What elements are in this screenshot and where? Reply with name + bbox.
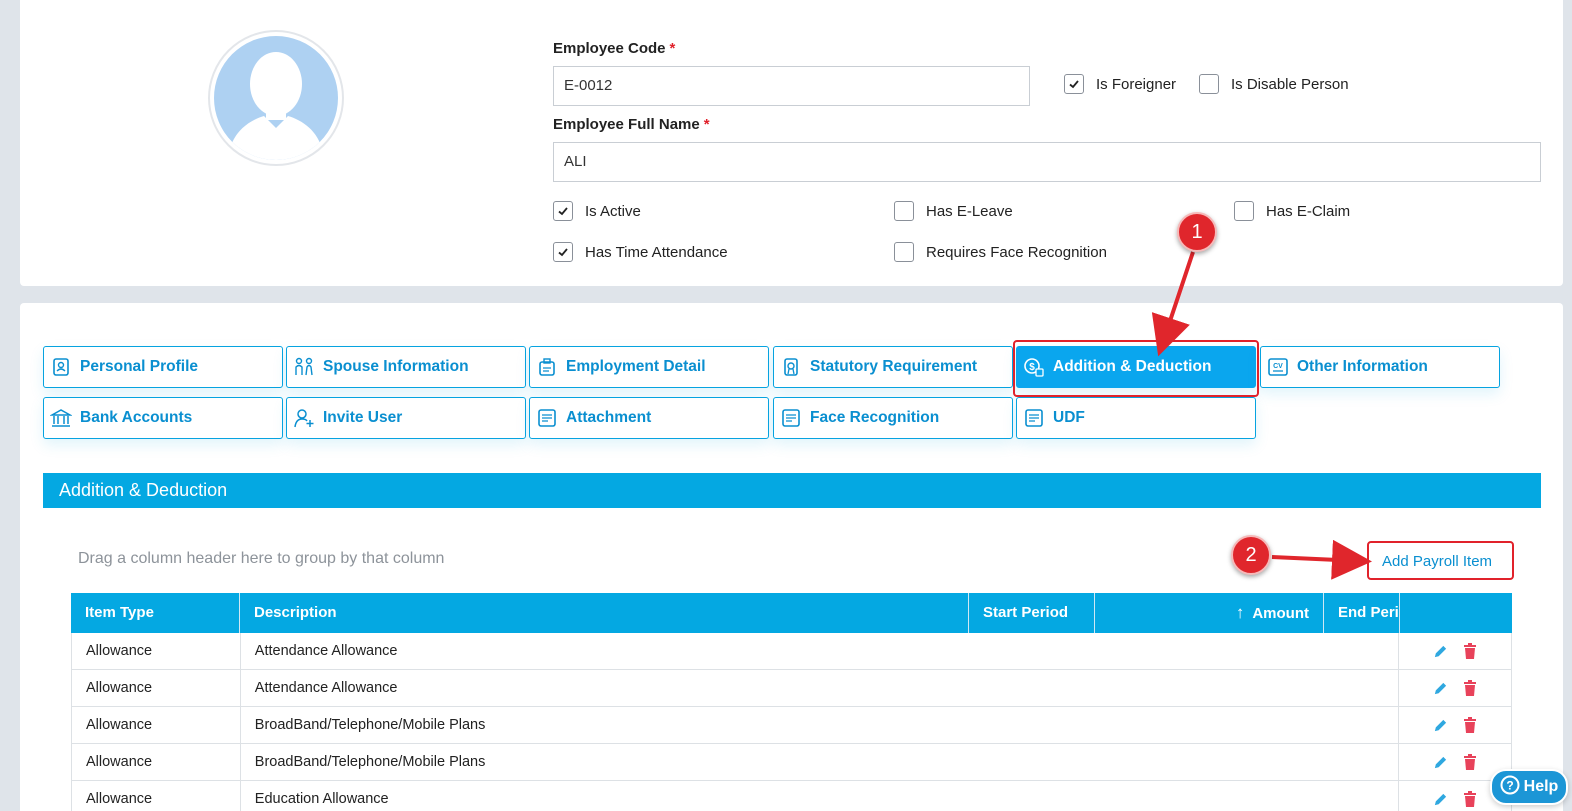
- annotation-arrow-2: [1271, 539, 1372, 580]
- annotation-badge-1: 1: [1177, 212, 1217, 252]
- annotation-badge-2: 2: [1231, 535, 1271, 575]
- annotation-arrow-1: [1151, 251, 1195, 357]
- annotation-arrows: [1151, 251, 1372, 580]
